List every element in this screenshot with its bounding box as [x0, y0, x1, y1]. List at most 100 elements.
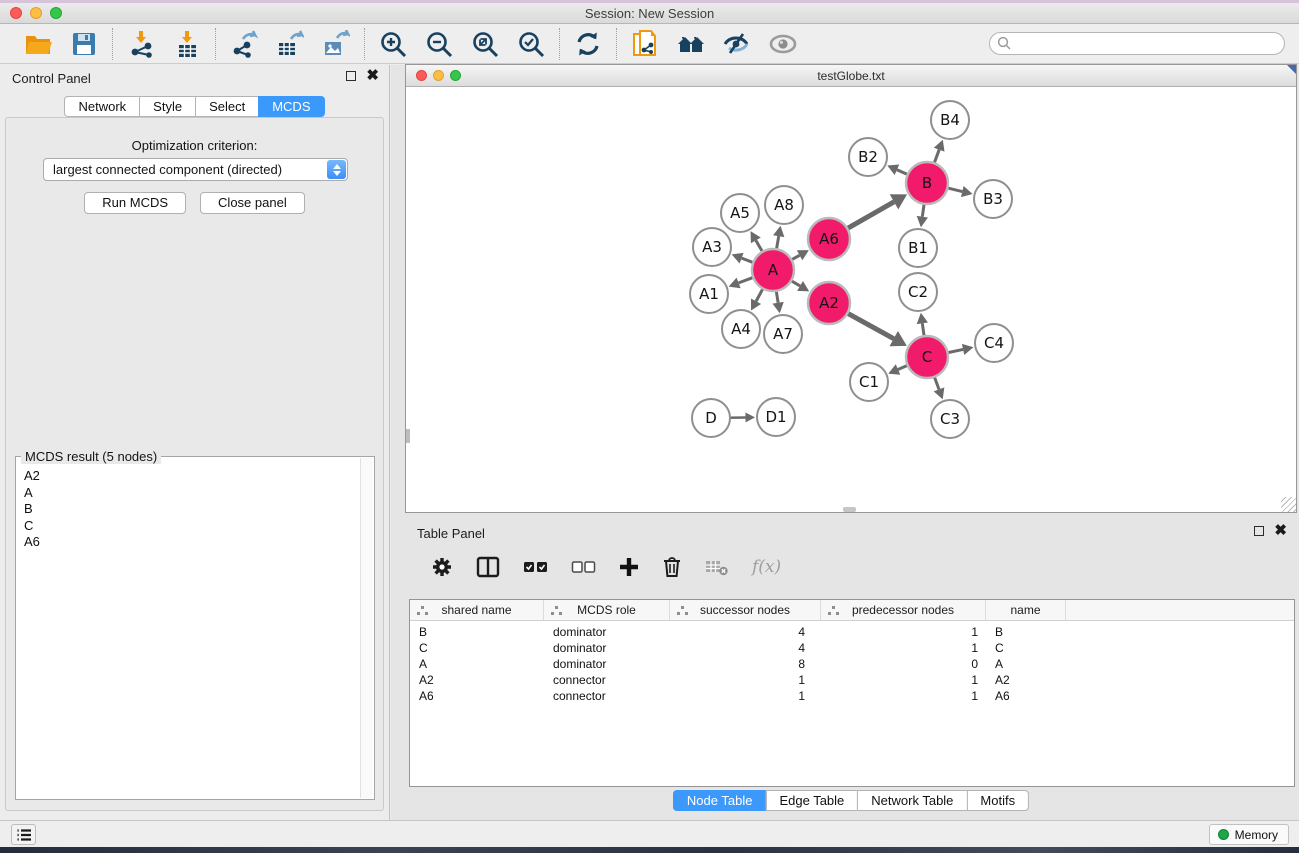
- resize-grip[interactable]: [1281, 497, 1296, 512]
- show-columns-icon[interactable]: [476, 556, 500, 578]
- column-header-name[interactable]: name: [986, 600, 1066, 620]
- select-all-icon[interactable]: [523, 559, 548, 575]
- tab-node-table[interactable]: Node Table: [673, 790, 766, 811]
- column-header-shared-name[interactable]: shared name: [410, 600, 544, 620]
- edge-arrowhead-icon: [961, 186, 973, 197]
- mcds-result-item[interactable]: A: [24, 485, 353, 502]
- node-C1[interactable]: C1: [850, 363, 888, 401]
- node-B2[interactable]: B2: [849, 138, 887, 176]
- add-column-icon[interactable]: [619, 557, 639, 577]
- tab-motifs[interactable]: Motifs: [966, 790, 1029, 811]
- table-cell: 1: [670, 672, 821, 688]
- svg-text:C1: C1: [859, 373, 879, 391]
- float-table-panel-icon[interactable]: [1254, 526, 1264, 536]
- table-cell: connector: [544, 688, 670, 704]
- deselect-all-icon[interactable]: [571, 559, 596, 575]
- node-A3[interactable]: A3: [693, 228, 731, 266]
- node-D1[interactable]: D1: [757, 398, 795, 436]
- node-B3[interactable]: B3: [974, 180, 1012, 218]
- column-header-MCDS-role[interactable]: MCDS role: [544, 600, 670, 620]
- table-row[interactable]: Cdominator41C: [410, 640, 1294, 656]
- float-panel-icon[interactable]: [346, 71, 356, 81]
- node-D[interactable]: D: [692, 399, 730, 437]
- zoom-fit-icon[interactable]: [470, 29, 500, 59]
- table-row[interactable]: Bdominator41B: [410, 624, 1294, 640]
- import-network-icon[interactable]: [126, 29, 156, 59]
- node-C4[interactable]: C4: [975, 324, 1013, 362]
- search-box: [989, 32, 1285, 55]
- edge-A6-B[interactable]: [845, 202, 894, 230]
- tab-select[interactable]: Select: [195, 96, 258, 117]
- table-cell: B: [410, 624, 544, 640]
- zoom-selected-icon[interactable]: [516, 29, 546, 59]
- result-scrollbar[interactable]: [360, 458, 373, 798]
- import-table-icon[interactable]: [172, 29, 202, 59]
- mcds-result-item[interactable]: A6: [24, 534, 353, 551]
- delete-column-icon[interactable]: [662, 556, 682, 578]
- network-canvas[interactable]: A A2 A6 B C A1 A3 A4 A5 A7 A8 B1 B2 B3 B4 C1 C2 C3C4 D D1: [406, 88, 1296, 512]
- node-B1[interactable]: B1: [899, 229, 937, 267]
- zoom-out-icon[interactable]: [424, 29, 454, 59]
- column-header-predecessor-nodes[interactable]: predecessor nodes: [821, 600, 986, 620]
- node-A8[interactable]: A8: [765, 186, 803, 224]
- tab-edge-table[interactable]: Edge Table: [765, 790, 857, 811]
- tab-mcds[interactable]: MCDS: [258, 96, 324, 117]
- task-history-button[interactable]: [11, 824, 36, 845]
- network-window-titlebar[interactable]: testGlobe.txt: [406, 65, 1296, 87]
- search-input[interactable]: [989, 32, 1285, 55]
- svg-text:A6: A6: [819, 230, 839, 248]
- save-icon[interactable]: [69, 29, 99, 59]
- new-network-from-selection-icon[interactable]: [630, 29, 660, 59]
- network-view-title: testGlobe.txt: [406, 69, 1296, 83]
- export-image-icon[interactable]: [321, 29, 351, 59]
- node-A1[interactable]: A1: [690, 275, 728, 313]
- node-A6[interactable]: A6: [808, 218, 850, 260]
- home-views-icon[interactable]: [676, 29, 706, 59]
- mcds-result-item[interactable]: B: [24, 501, 353, 518]
- node-A2[interactable]: A2: [808, 282, 850, 324]
- node-A[interactable]: A: [752, 249, 794, 291]
- tab-network-table[interactable]: Network Table: [857, 790, 966, 811]
- table-cell: A6: [986, 688, 1066, 704]
- mcds-result-item[interactable]: C: [24, 518, 353, 535]
- close-panel-icon[interactable]: ✖: [366, 71, 379, 81]
- tab-network[interactable]: Network: [64, 96, 139, 117]
- svg-text:A8: A8: [774, 196, 794, 214]
- table-header-row: shared nameMCDS rolesuccessor nodesprede…: [410, 600, 1294, 621]
- export-table-icon[interactable]: [275, 29, 305, 59]
- vertical-scroll-thumb[interactable]: [406, 429, 410, 443]
- node-A4[interactable]: A4: [722, 310, 760, 348]
- node-B4[interactable]: B4: [931, 101, 969, 139]
- open-folder-icon[interactable]: [23, 29, 53, 59]
- node-A7[interactable]: A7: [764, 315, 802, 353]
- close-panel-button[interactable]: Close panel: [200, 192, 305, 214]
- memory-button[interactable]: Memory: [1209, 824, 1289, 845]
- network-graph[interactable]: A A2 A6 B C A1 A3 A4 A5 A7 A8 B1 B2 B3 B4 C1 C2 C3C4 D D1: [406, 88, 1294, 512]
- table-row[interactable]: Adominator80A: [410, 656, 1294, 672]
- table-panel-title: Table Panel: [417, 526, 485, 541]
- show-selected-icon[interactable]: [768, 29, 798, 59]
- run-mcds-button[interactable]: Run MCDS: [84, 192, 186, 214]
- edge-A2-C[interactable]: [846, 312, 894, 338]
- table-row[interactable]: A6connector11A6: [410, 688, 1294, 704]
- refresh-icon[interactable]: [573, 29, 603, 59]
- zoom-in-icon[interactable]: [378, 29, 408, 59]
- close-table-panel-icon[interactable]: ✖: [1274, 526, 1287, 536]
- table-options-gear-icon[interactable]: [431, 556, 453, 578]
- node-C2[interactable]: C2: [899, 273, 937, 311]
- export-network-icon[interactable]: [229, 29, 259, 59]
- column-header-successor-nodes[interactable]: successor nodes: [670, 600, 821, 620]
- main-toolbar: [0, 24, 1299, 64]
- svg-text:D: D: [705, 409, 717, 427]
- node-C[interactable]: C: [906, 336, 948, 378]
- mcds-result-item[interactable]: A2: [24, 468, 353, 485]
- tab-style[interactable]: Style: [139, 96, 195, 117]
- node-A5[interactable]: A5: [721, 194, 759, 232]
- horizontal-scroll-thumb[interactable]: [843, 507, 856, 512]
- table-row[interactable]: A2connector11A2: [410, 672, 1294, 688]
- table-cell: connector: [544, 672, 670, 688]
- node-B[interactable]: B: [906, 162, 948, 204]
- node-C3[interactable]: C3: [931, 400, 969, 438]
- criterion-dropdown[interactable]: largest connected component (directed): [43, 158, 348, 181]
- hide-selected-icon[interactable]: [722, 29, 752, 59]
